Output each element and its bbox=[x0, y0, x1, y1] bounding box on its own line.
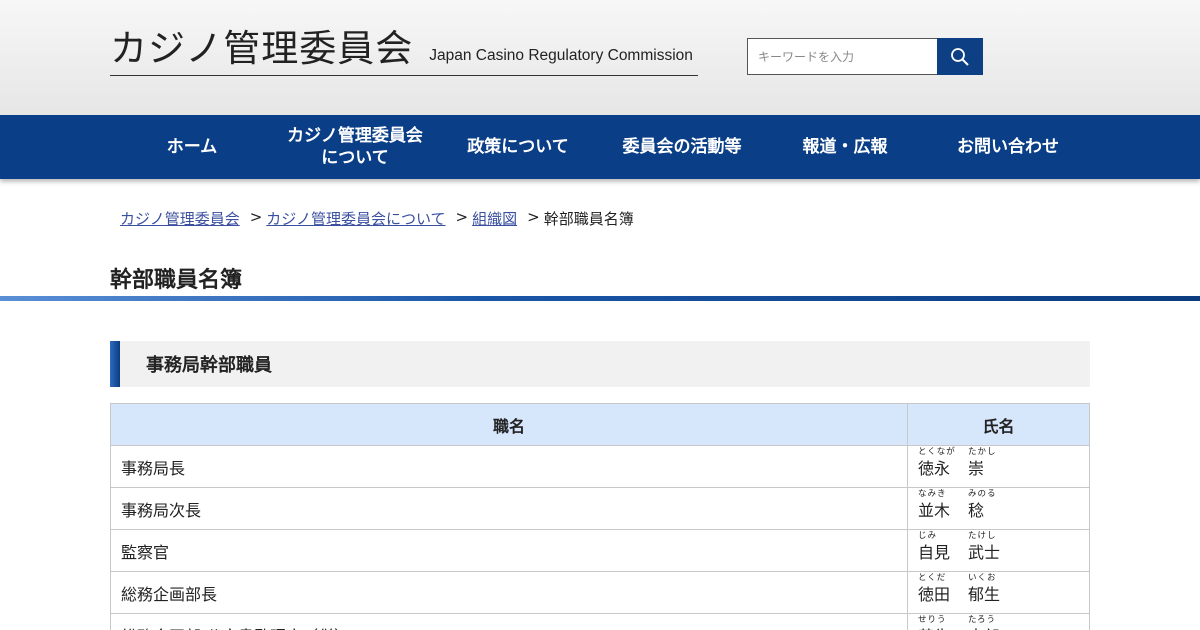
table-header-row: 職名 氏名 bbox=[110, 403, 1090, 446]
given-name-text: 稔 bbox=[968, 501, 985, 520]
page-title: 幹部職員名簿 bbox=[110, 268, 243, 293]
nav-item-press[interactable]: 報道・広報 bbox=[764, 115, 926, 179]
surname-text: 徳永 bbox=[918, 459, 951, 478]
given-name-text: 武士 bbox=[968, 543, 1001, 562]
given-name: みのる稔 bbox=[968, 490, 996, 520]
nav-item-label: 報道・広報 bbox=[802, 136, 888, 157]
nav-item-home[interactable]: ホーム bbox=[110, 115, 274, 179]
table-row: 監察官 じみ自見 たけし武士 bbox=[110, 529, 1090, 572]
search-button[interactable] bbox=[937, 38, 983, 75]
position-cell: 事務局次長 bbox=[110, 487, 908, 530]
name-cell: とくだ徳田 いくお郁生 bbox=[907, 571, 1090, 614]
given-name: たかし崇 bbox=[968, 448, 996, 478]
given-name: いくお 郁生 bbox=[968, 574, 1001, 604]
breadcrumb-separator: > bbox=[249, 208, 263, 226]
column-header-name: 氏名 bbox=[907, 403, 1090, 446]
name-cell: なみき並木 みのる稔 bbox=[907, 487, 1090, 530]
breadcrumb-link-home[interactable]: カジノ管理委員会 bbox=[120, 208, 240, 229]
given-name-text: 郁生 bbox=[968, 585, 1001, 604]
section-heading-text: 事務局幹部職員 bbox=[146, 355, 272, 376]
logo-japanese-title: カジノ管理委員会 bbox=[110, 27, 414, 70]
nav-item-activities[interactable]: 委員会の活動等 bbox=[600, 115, 764, 179]
table-row: 事務局次長 なみき並木 みのる稔 bbox=[110, 487, 1090, 530]
given-name-ruby: たけし bbox=[968, 531, 997, 541]
surname-ruby: なみき bbox=[918, 489, 947, 499]
name-cell: せりう芹生 たろう太郎 bbox=[907, 613, 1090, 630]
surname-ruby: じみ bbox=[918, 531, 938, 541]
nav-item-policy[interactable]: 政策について bbox=[436, 115, 600, 179]
given-name-text: 崇 bbox=[968, 459, 985, 478]
surname-ruby: せりう bbox=[918, 615, 947, 625]
nav-item-contact[interactable]: お問い合わせ bbox=[926, 115, 1090, 179]
table-row: 総務企画部 公文書監理官（併） せりう芹生 たろう太郎 bbox=[110, 613, 1090, 630]
nav-item-label: ホーム bbox=[166, 136, 218, 157]
breadcrumb-separator: > bbox=[455, 208, 469, 226]
search-form bbox=[747, 38, 983, 75]
breadcrumb-link-org-chart[interactable]: 組織図 bbox=[472, 208, 517, 229]
position-cell: 総務企画部 公文書監理官（併） bbox=[110, 613, 908, 630]
surname: とくなが 徳永 bbox=[918, 448, 955, 478]
breadcrumb: カジノ管理委員会 > カジノ管理委員会について > 組織図 > 幹部職員名簿 bbox=[120, 208, 634, 229]
table-row: 事務局長 とくなが徳永 たかし崇 bbox=[110, 445, 1090, 488]
given-name-ruby: みのる bbox=[968, 489, 997, 499]
surname-text: 自見 bbox=[918, 543, 951, 562]
given-name-ruby: たかし bbox=[968, 447, 997, 457]
global-nav: ホーム カジノ管理委員会 について 政策について 委員会の活動等 報道・広報 お… bbox=[0, 115, 1200, 179]
table-row: 総務企画部長 とくだ徳田 いくお郁生 bbox=[110, 571, 1090, 614]
position-cell: 事務局長 bbox=[110, 445, 908, 488]
site-logo[interactable]: カジノ管理委員会 Japan Casino Regulatory Commiss… bbox=[110, 24, 698, 76]
surname-ruby: とくだ bbox=[918, 573, 947, 583]
nav-item-label: 政策について bbox=[467, 136, 569, 157]
title-underline bbox=[0, 296, 1200, 301]
surname-ruby: とくなが bbox=[918, 447, 956, 457]
position-cell: 総務企画部長 bbox=[110, 571, 908, 614]
staff-table: 職名 氏名 事務局長 とくなが徳永 たかし崇 事務局次長 なみき並木 みのる稔 bbox=[110, 403, 1090, 630]
site-header: カジノ管理委員会 Japan Casino Regulatory Commiss… bbox=[0, 0, 1200, 115]
given-name: たけし 武士 bbox=[968, 532, 1001, 562]
breadcrumb-current: 幹部職員名簿 bbox=[543, 210, 634, 228]
column-header-position: 職名 bbox=[110, 403, 908, 446]
given-name-ruby: いくお bbox=[968, 573, 997, 583]
surname-text: 徳田 bbox=[918, 585, 951, 604]
surname: じみ 自見 bbox=[918, 532, 951, 562]
breadcrumb-separator: > bbox=[527, 208, 540, 226]
search-icon bbox=[951, 47, 969, 66]
surname: なみき 並木 bbox=[918, 490, 951, 520]
breadcrumb-link-about[interactable]: カジノ管理委員会について bbox=[266, 208, 445, 229]
name-cell: とくなが徳永 たかし崇 bbox=[907, 445, 1090, 488]
nav-item-label: お問い合わせ bbox=[957, 136, 1059, 157]
given-name-ruby: たろう bbox=[968, 615, 997, 625]
section-heading: 事務局幹部職員 bbox=[110, 341, 1090, 387]
search-input[interactable] bbox=[747, 38, 937, 75]
nav-item-about[interactable]: カジノ管理委員会 について bbox=[274, 115, 436, 179]
logo-english-title: Japan Casino Regulatory Commission bbox=[429, 47, 693, 64]
position-cell: 監察官 bbox=[110, 529, 908, 572]
surname: とくだ 徳田 bbox=[918, 574, 951, 604]
section-heading-accent bbox=[110, 341, 120, 387]
nav-item-label: 委員会の活動等 bbox=[622, 136, 742, 157]
surname-text: 並木 bbox=[918, 501, 951, 520]
nav-item-label: カジノ管理委員会 について bbox=[287, 125, 423, 168]
name-cell: じみ自見 たけし武士 bbox=[907, 529, 1090, 572]
